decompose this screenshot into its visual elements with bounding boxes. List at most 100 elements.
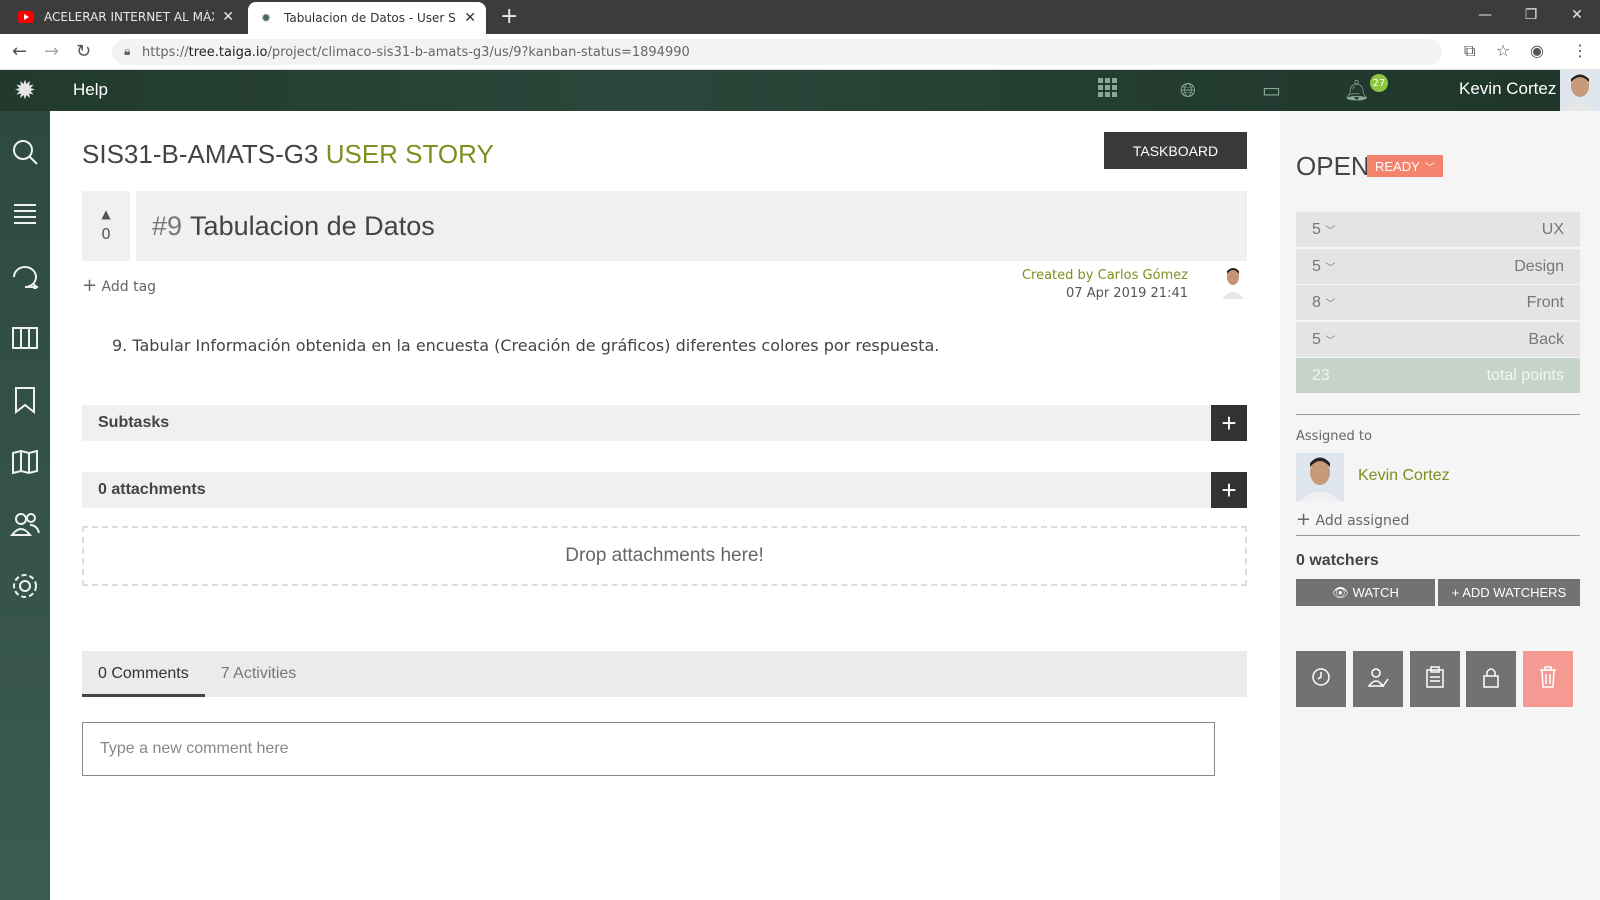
assigned-to-label: Assigned to <box>1296 429 1372 444</box>
back-icon[interactable]: ← <box>12 41 27 62</box>
sidebar-item-kanban[interactable] <box>0 309 50 371</box>
chevron-down-icon: ﹀ <box>1325 262 1336 274</box>
assignee-avatar[interactable] <box>1296 453 1344 501</box>
clock-icon <box>1311 667 1331 691</box>
folder-icon[interactable]: ▭ <box>1262 78 1281 102</box>
sidebar-item-backlog[interactable] <box>0 185 50 247</box>
tab-activities[interactable]: 7 Activities <box>205 651 313 697</box>
plus-icon: + <box>1221 474 1237 505</box>
close-window-icon[interactable]: ✕ <box>1554 0 1600 30</box>
sidebar-item-wiki[interactable] <box>0 433 50 495</box>
taiga-logo-icon[interactable]: ✹ <box>0 70 50 111</box>
plus-icon: + <box>1296 509 1312 530</box>
points-role: Front <box>1526 293 1564 311</box>
project-name[interactable]: SIS31-B-AMATS-G3 <box>82 139 318 169</box>
page-title: SIS31-B-AMATS-G3 USER STORY <box>82 139 494 170</box>
sidebar-item-search[interactable] <box>0 123 50 185</box>
forward-icon[interactable]: → <box>44 41 59 62</box>
sidebar-item-timeline[interactable] <box>0 247 50 309</box>
tab-comments[interactable]: 0 Comments <box>82 651 205 697</box>
add-subtask-button[interactable]: + <box>1211 405 1247 441</box>
assign-to-me-button[interactable] <box>1353 651 1403 707</box>
epics-bookmark-icon <box>13 386 37 418</box>
window-controls: — ❐ ✕ <box>1462 0 1600 30</box>
menu-icon[interactable]: ⋮ <box>1572 41 1588 60</box>
browser-tab-taiga[interactable]: ✹ Tabulacion de Datos - User Story ✕ <box>248 2 486 34</box>
projects-grid-icon[interactable] <box>1098 78 1118 103</box>
taiga-favicon-icon: ✹ <box>260 11 272 25</box>
sidebar-item-epics[interactable] <box>0 371 50 433</box>
divider <box>1296 414 1580 415</box>
address-bar-row: ← → ↻ 🔒︎ https://tree.taiga.io/project/c… <box>0 34 1600 70</box>
subtasks-heading: Subtasks <box>98 414 170 431</box>
project-sidebar <box>0 111 50 900</box>
browser-tab-youtube[interactable]: ACELERAR INTERNET AL MÁXIMO ✕ <box>8 0 244 34</box>
lock-button[interactable] <box>1466 651 1516 707</box>
status-dropdown[interactable]: READY ﹀ <box>1367 155 1443 177</box>
points-value: 5 <box>1312 257 1321 275</box>
close-tab-icon[interactable]: ✕ <box>464 10 476 26</box>
delete-button[interactable] <box>1523 651 1573 707</box>
reload-icon[interactable]: ↻ <box>76 41 91 62</box>
url-host: tree.taiga.io <box>188 44 268 60</box>
block-sprint-button[interactable] <box>1410 651 1460 707</box>
points-value: 5 <box>1312 330 1321 348</box>
add-assigned-button[interactable]: + Add assigned <box>1296 509 1409 530</box>
profile-icon[interactable]: ◉ <box>1530 41 1544 60</box>
points-row-ux[interactable]: 5 ﹀ UX <box>1296 212 1580 247</box>
user-avatar[interactable] <box>1560 70 1600 111</box>
comment-input[interactable]: Type a new comment here <box>82 722 1215 776</box>
sidebar-item-admin[interactable] <box>0 557 50 619</box>
trash-icon <box>1538 666 1558 692</box>
timeline-icon <box>10 263 40 293</box>
comments-tabs: 0 Comments 7 Activities <box>82 651 1247 697</box>
url-scheme: https:// <box>142 44 189 60</box>
close-tab-icon[interactable]: ✕ <box>222 9 234 25</box>
minimize-icon[interactable]: — <box>1462 0 1508 30</box>
created-by-label: Created by <box>1021 268 1094 283</box>
sidebar-item-team[interactable] <box>0 495 50 557</box>
clipboard-icon <box>1425 666 1445 692</box>
lock-icon <box>1481 666 1501 692</box>
watch-button[interactable]: 👁︎ WATCH <box>1296 579 1435 606</box>
due-date-button[interactable] <box>1296 651 1346 707</box>
points-role: Back <box>1528 330 1564 348</box>
add-watchers-button[interactable]: + ADD WATCHERS <box>1438 579 1580 606</box>
chevron-down-icon: ﹀ <box>1424 162 1435 174</box>
add-tag-label: Add tag <box>101 279 157 295</box>
settings-gear-icon <box>11 572 39 604</box>
creator-name[interactable]: Carlos Gómez <box>1098 268 1188 283</box>
new-tab-button[interactable]: + <box>500 4 518 29</box>
points-value: 5 <box>1312 220 1321 238</box>
help-link[interactable]: Help <box>73 80 108 100</box>
discover-globe-icon[interactable]: 🌐︎ <box>1180 78 1196 102</box>
star-icon[interactable]: ☆ <box>1496 41 1510 60</box>
add-tag-button[interactable]: + Add tag <box>82 275 156 296</box>
add-attachment-button[interactable]: + <box>1211 472 1247 508</box>
assignee-name[interactable]: Kevin Cortez <box>1358 467 1450 485</box>
points-row-front[interactable]: 8 ﹀ Front <box>1296 285 1580 320</box>
points-row-design[interactable]: 5 ﹀ Design <box>1296 249 1580 284</box>
upvote-box[interactable]: ▲ 0 <box>82 191 130 261</box>
notification-badge: 27 <box>1370 74 1388 92</box>
restore-icon[interactable]: ❐ <box>1508 0 1554 30</box>
plus-icon: + <box>1221 407 1237 438</box>
total-points-label: total points <box>1486 366 1564 384</box>
chevron-down-icon: ﹀ <box>1325 298 1336 310</box>
tab-title: Tabulacion de Datos - User Story <box>284 11 456 25</box>
points-row-back[interactable]: 5 ﹀ Back <box>1296 322 1580 357</box>
attachments-drop-zone[interactable]: Drop attachments here! <box>82 526 1247 586</box>
user-name[interactable]: Kevin Cortez <box>1459 79 1556 99</box>
translate-icon[interactable]: ⧉ <box>1464 41 1475 61</box>
created-date: 07 Apr 2019 21:41 <box>1066 286 1188 301</box>
youtube-icon <box>18 9 34 25</box>
story-description[interactable]: 9. Tabular Información obtenida en la en… <box>112 336 939 355</box>
search-icon <box>11 138 39 170</box>
chevron-down-icon: ﹀ <box>1325 335 1336 347</box>
url-field[interactable]: 🔒︎ https://tree.taiga.io/project/climaco… <box>112 39 1442 65</box>
taskboard-button[interactable]: TASKBOARD <box>1104 132 1247 169</box>
user-check-icon <box>1367 666 1389 692</box>
story-title[interactable]: #9 Tabulacion de Datos <box>136 191 1247 261</box>
notifications-bell-icon[interactable]: 🔔︎ <box>1344 78 1369 102</box>
creator-avatar[interactable] <box>1220 265 1246 299</box>
